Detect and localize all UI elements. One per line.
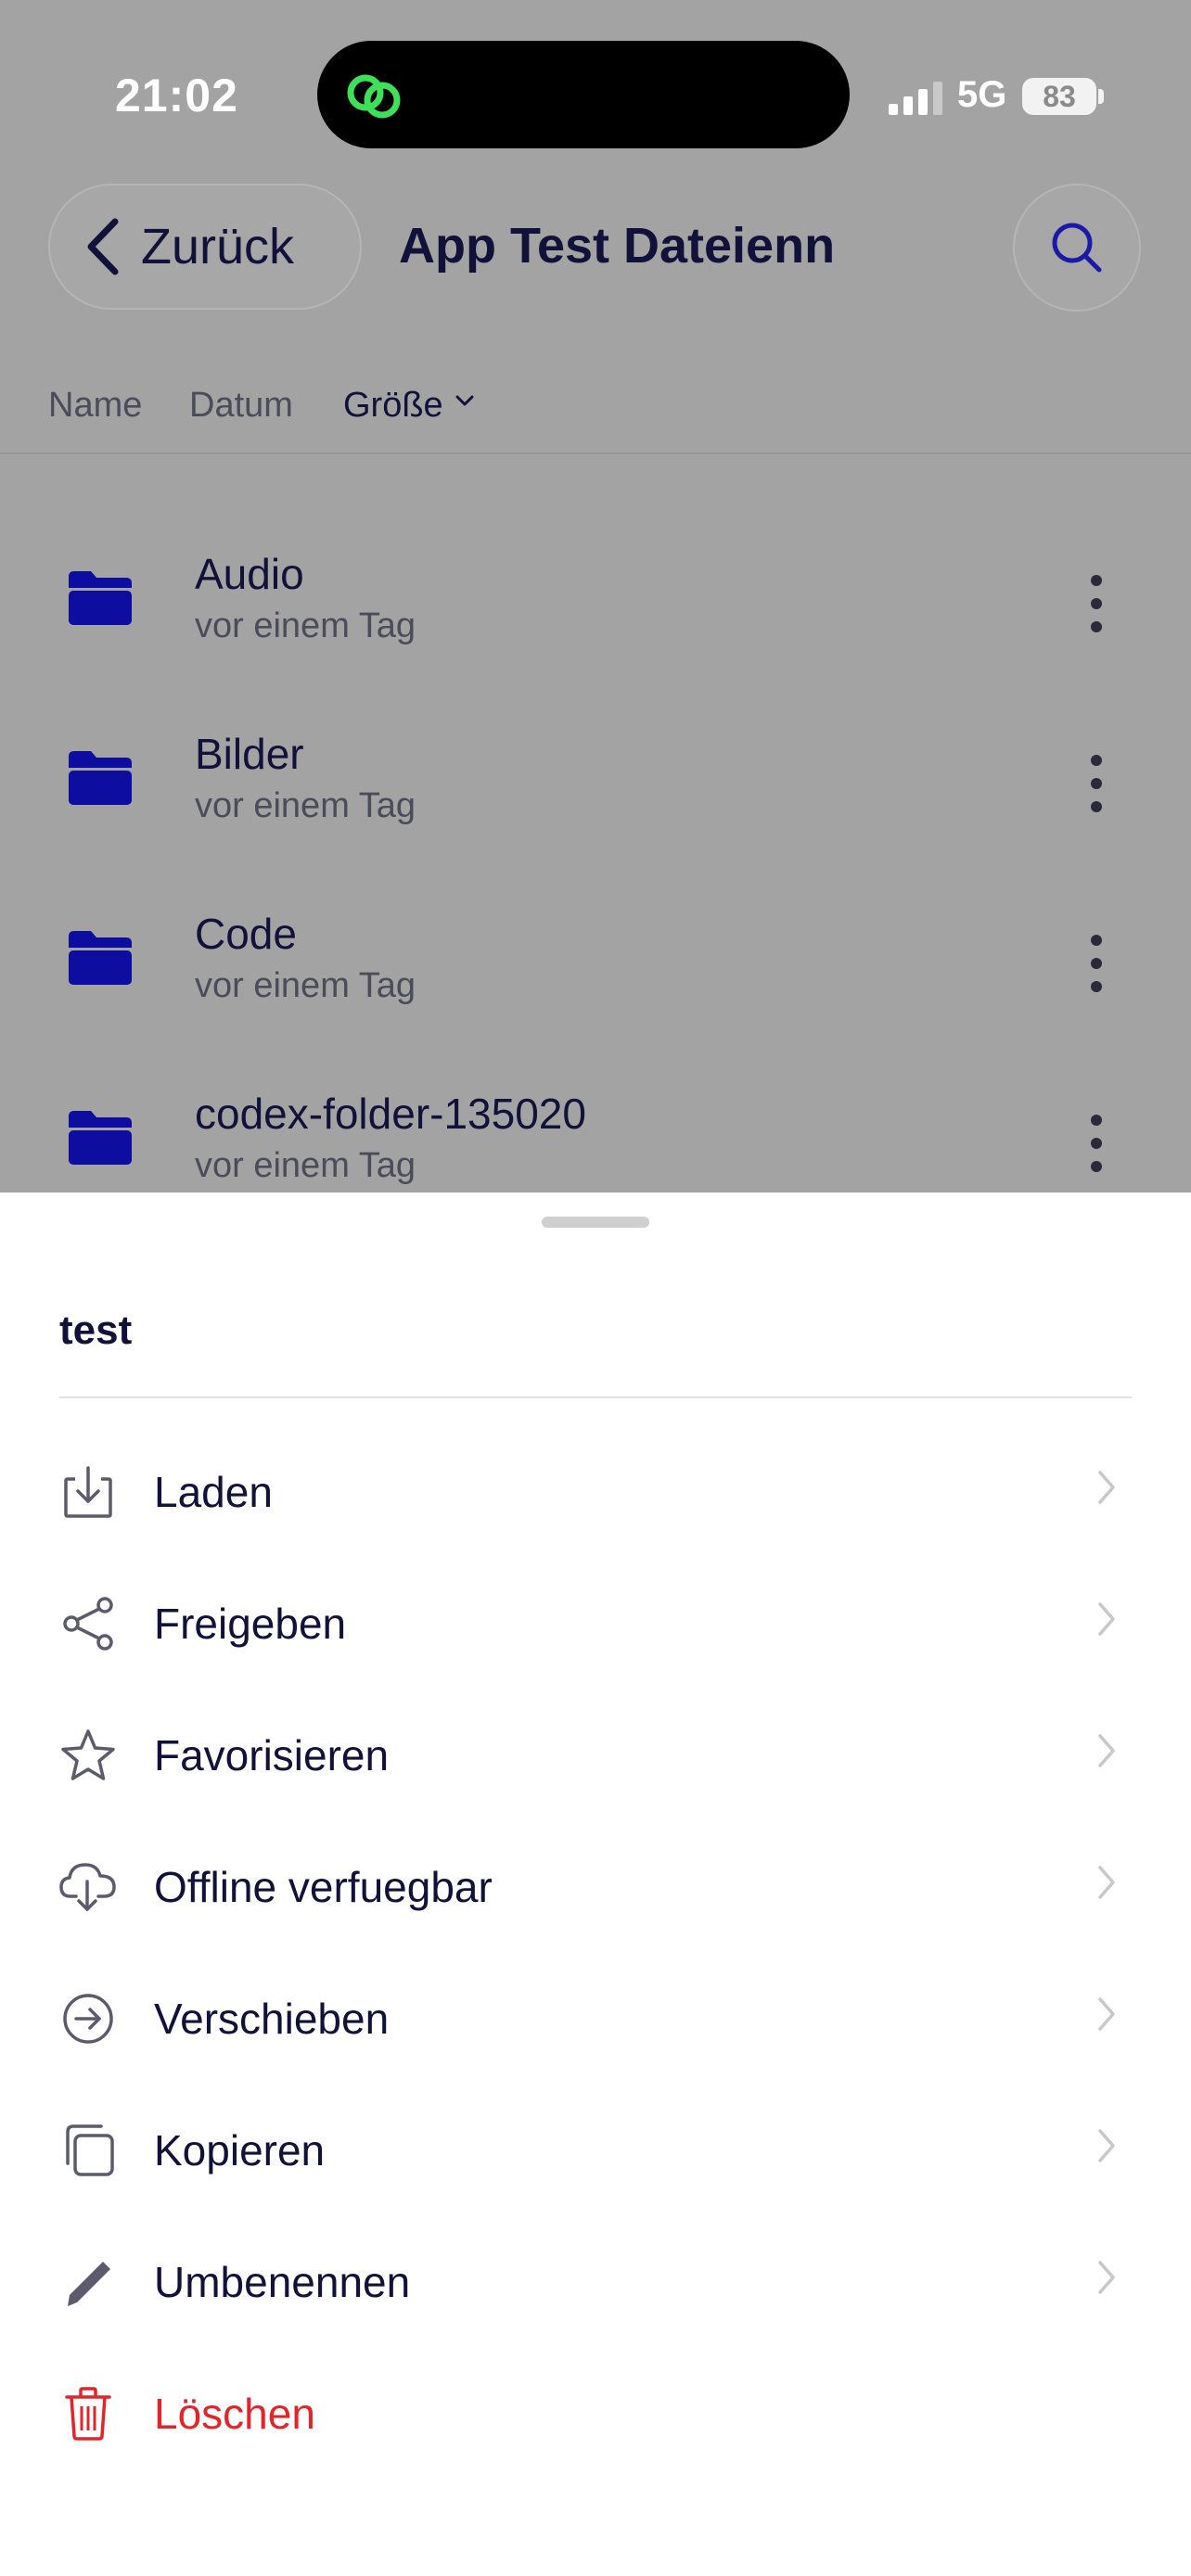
action-sheet: test Laden Freigeben Favorisieren Offlin… (0, 1192, 1191, 2576)
chevron-left-icon (87, 218, 119, 275)
folder-icon (69, 1111, 132, 1165)
network-type: 5G (957, 74, 1007, 115)
star-icon (61, 1729, 115, 1780)
file-name: Audio (195, 550, 304, 598)
more-icon[interactable] (1076, 931, 1117, 996)
list-item[interactable]: Audio vor einem Tag (0, 493, 1191, 673)
search-button[interactable] (1013, 184, 1141, 312)
back-button[interactable]: Zurück (48, 184, 362, 310)
list-item[interactable]: Bilder vor einem Tag (0, 673, 1191, 853)
action-favorite[interactable]: Favorisieren (0, 1690, 1191, 1821)
download-icon (64, 1466, 112, 1518)
file-name: codex-folder-135020 (195, 1090, 586, 1138)
pencil-icon (68, 2262, 110, 2306)
link-app-icon (347, 74, 401, 119)
action-label: Verschieben (154, 1995, 390, 2043)
action-label: Offline verfuegbar (154, 1863, 493, 1911)
action-label: Laden (154, 1468, 273, 1516)
share-icon (63, 1597, 113, 1651)
cloud-download-icon (59, 1863, 116, 1911)
sort-name[interactable]: Name (48, 386, 142, 426)
search-icon (1052, 223, 1102, 273)
chevron-right-icon (1098, 1997, 1115, 2031)
move-icon (63, 1994, 113, 2044)
action-label: Löschen (154, 2390, 315, 2438)
file-date: vor einem Tag (195, 966, 416, 1005)
sort-divider (0, 453, 1191, 454)
chevron-right-icon (1098, 2129, 1115, 2162)
action-copy[interactable]: Kopieren (0, 2085, 1191, 2216)
sheet-grabber[interactable] (542, 1217, 649, 1228)
list-item[interactable]: codex-folder-135020 vor einem Tag (0, 1033, 1191, 1213)
sheet-title: test (59, 1307, 133, 1353)
folder-icon (69, 751, 132, 805)
chevron-right-icon (1098, 2261, 1115, 2294)
action-label: Kopieren (154, 2126, 326, 2174)
file-name: Bilder (195, 730, 304, 778)
sort-size[interactable]: Größe (343, 386, 443, 426)
list-item[interactable]: Code vor einem Tag (0, 853, 1191, 1033)
battery-icon: 83 (1022, 78, 1096, 115)
signal-icon (889, 82, 942, 115)
action-label: Favorisieren (154, 1731, 390, 1779)
battery-nub (1098, 89, 1104, 104)
chevron-right-icon (1098, 1866, 1115, 1899)
back-label: Zurück (141, 219, 295, 274)
action-label: Freigeben (154, 1600, 347, 1648)
more-icon[interactable] (1076, 571, 1117, 636)
file-date: vor einem Tag (195, 606, 416, 645)
action-rename[interactable]: Umbenennen (0, 2216, 1191, 2348)
sort-date[interactable]: Datum (189, 386, 293, 426)
chevron-right-icon (1098, 1734, 1115, 1767)
file-date: vor einem Tag (195, 786, 416, 825)
action-delete[interactable]: Löschen (0, 2348, 1191, 2480)
folder-icon (69, 571, 132, 625)
action-offline[interactable]: Offline verfuegbar (0, 1821, 1191, 1953)
chevron-right-icon (1098, 1471, 1115, 1504)
file-date: vor einem Tag (195, 1146, 416, 1185)
sheet-divider (59, 1396, 1132, 1398)
more-icon[interactable] (1076, 751, 1117, 816)
status-time: 21:02 (115, 70, 238, 121)
action-share[interactable]: Freigeben (0, 1558, 1191, 1690)
action-label: Umbenennen (154, 2258, 411, 2306)
page-title: App Test Dateienn (399, 218, 836, 274)
action-move[interactable]: Verschieben (0, 1953, 1191, 2085)
trash-icon (65, 2387, 111, 2441)
folder-icon (69, 931, 132, 985)
more-icon[interactable] (1076, 1111, 1117, 1176)
chevron-right-icon (1098, 1602, 1115, 1636)
file-name: Code (195, 910, 297, 958)
copy-icon (66, 2124, 114, 2176)
action-download[interactable]: Laden (0, 1426, 1191, 1558)
chevron-down-icon (455, 395, 474, 406)
